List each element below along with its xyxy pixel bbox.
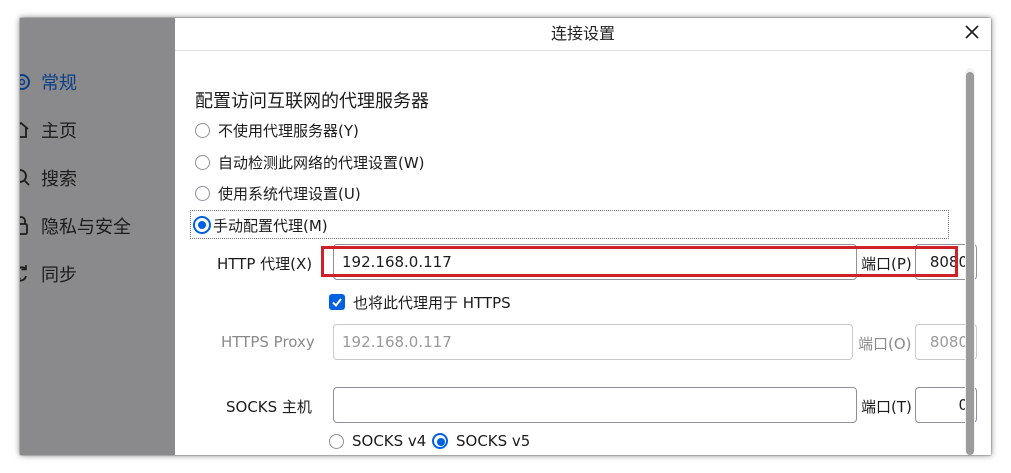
radio-label: 自动检测此网络的代理设置(W) xyxy=(218,153,425,172)
check-icon xyxy=(332,298,342,308)
radio-label: 使用系统代理设置(U) xyxy=(218,184,361,203)
radio-socks-v4[interactable]: SOCKS v4 xyxy=(329,430,426,452)
radio-label: 手动配置代理(M) xyxy=(213,216,328,235)
radio-button[interactable] xyxy=(195,185,210,201)
annotation-highlight-box xyxy=(321,246,958,277)
sidebar-item-home[interactable]: 主页 xyxy=(20,115,77,145)
radio-button[interactable] xyxy=(195,154,210,170)
search-icon xyxy=(20,167,34,189)
dialog-titlebar: 连接设置 xyxy=(175,18,991,51)
connection-settings-dialog: 连接设置 配置访问互联网的代理服务器 不使用代理服务器(Y) 自动检测此网络的代… xyxy=(175,18,991,455)
socks-host-label: SOCKS 主机 xyxy=(226,398,312,416)
radio-label: SOCKS v4 xyxy=(352,432,427,450)
radio-label: 不使用代理服务器(Y) xyxy=(218,121,359,140)
sidebar-item-privacy[interactable]: 隐私与安全 xyxy=(20,211,131,241)
also-https-checkbox-row[interactable]: 也将此代理用于 HTTPS xyxy=(329,291,511,313)
checkbox[interactable] xyxy=(329,294,345,310)
radio-label: SOCKS v5 xyxy=(456,432,531,450)
radio-button[interactable] xyxy=(195,122,210,138)
dialog-title: 连接设置 xyxy=(550,24,615,43)
sidebar-item-label: 同步 xyxy=(41,265,77,286)
sync-icon xyxy=(20,263,34,285)
radio-button[interactable] xyxy=(432,433,448,449)
proxy-heading: 配置访问互联网的代理服务器 xyxy=(195,91,429,112)
radio-manual-proxy[interactable]: 手动配置代理(M) xyxy=(193,214,328,236)
app-window: 常规 主页 搜索 隐私与安全 同步 连接设置 配置访问互联网的代理服务器 不使用… xyxy=(20,18,991,455)
socks-host-input[interactable] xyxy=(333,387,857,423)
https-port-label: 端口(O) xyxy=(858,335,912,353)
sidebar-item-sync[interactable]: 同步 xyxy=(20,259,77,289)
sidebar-item-label: 隐私与安全 xyxy=(41,217,131,238)
scrollbar-thumb[interactable] xyxy=(966,72,974,455)
sidebar-item-label: 搜索 xyxy=(41,169,77,190)
lock-icon xyxy=(20,215,34,237)
close-button[interactable] xyxy=(961,21,983,43)
radio-button[interactable] xyxy=(329,433,344,449)
https-proxy-label: HTTPS Proxy xyxy=(221,333,315,351)
settings-sidebar: 常规 主页 搜索 隐私与安全 同步 xyxy=(20,18,175,455)
close-icon xyxy=(965,25,979,39)
sidebar-item-label: 常规 xyxy=(41,73,77,94)
radio-system-proxy[interactable]: 使用系统代理设置(U) xyxy=(195,182,361,204)
radio-auto-detect[interactable]: 自动检测此网络的代理设置(W) xyxy=(195,151,425,173)
checkbox-label: 也将此代理用于 HTTPS xyxy=(353,293,511,312)
vertical-scrollbar[interactable] xyxy=(965,68,975,455)
radio-no-proxy[interactable]: 不使用代理服务器(Y) xyxy=(195,119,359,141)
sidebar-item-label: 主页 xyxy=(41,121,77,142)
radio-button[interactable] xyxy=(193,216,211,234)
sidebar-item-search[interactable]: 搜索 xyxy=(20,163,77,193)
https-proxy-input[interactable]: 192.168.0.117 xyxy=(333,324,853,360)
sidebar-item-general[interactable]: 常规 xyxy=(20,67,77,97)
gear-icon xyxy=(20,71,34,93)
radio-socks-v5[interactable]: SOCKS v5 xyxy=(432,430,530,452)
home-icon xyxy=(20,119,34,141)
socks-port-label: 端口(T) xyxy=(861,398,912,416)
http-proxy-label: HTTP 代理(X) xyxy=(217,255,313,273)
